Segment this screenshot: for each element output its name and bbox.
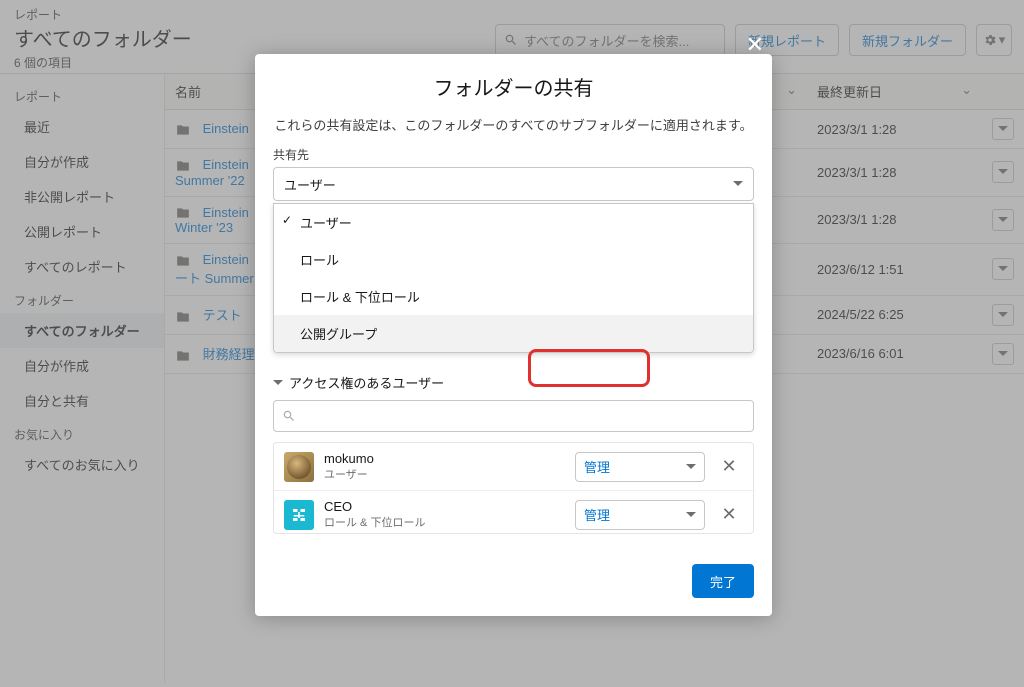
user-name: CEO: [324, 499, 565, 516]
hierarchy-icon: [284, 500, 314, 530]
remove-user-button[interactable]: ✕: [715, 504, 743, 525]
permission-select[interactable]: 管理: [575, 452, 705, 482]
close-icon[interactable]: ✕: [746, 32, 764, 58]
option-user[interactable]: ユーザー: [274, 204, 753, 241]
share-with-dropdown: ユーザー ロール ロール & 下位ロール 公開グループ: [273, 203, 754, 353]
option-role-subordinates[interactable]: ロール & 下位ロール: [274, 278, 753, 315]
option-public-group[interactable]: 公開グループ: [274, 315, 753, 352]
caret-down-icon: [686, 510, 696, 520]
user-type: ユーザー: [324, 468, 565, 482]
user-search-input[interactable]: [273, 400, 754, 432]
modal-title: フォルダーの共有: [255, 54, 772, 115]
access-user-row: mokumo ユーザー 管理 ✕: [274, 443, 753, 491]
user-name: mokumo: [324, 451, 565, 468]
access-user-row: CEO ロール & 下位ロール 管理 ✕: [274, 491, 753, 534]
share-with-select[interactable]: ユーザー: [273, 167, 754, 201]
access-user-list: mokumo ユーザー 管理 ✕ CEO ロール & 下位ロール 管理 ✕: [273, 442, 754, 534]
access-users-heading[interactable]: アクセス権のあるユーザー: [273, 373, 754, 392]
chevron-down-icon: [273, 378, 283, 388]
avatar: [284, 452, 314, 482]
caret-down-icon: [686, 462, 696, 472]
share-folder-modal: ✕ フォルダーの共有 これらの共有設定は、このフォルダーのすべてのサブフォルダー…: [255, 54, 772, 616]
user-type: ロール & 下位ロール: [324, 516, 565, 530]
permission-select[interactable]: 管理: [575, 500, 705, 530]
option-role[interactable]: ロール: [274, 241, 753, 278]
remove-user-button[interactable]: ✕: [715, 456, 743, 477]
modal-description: これらの共有設定は、このフォルダーのすべてのサブフォルダーに適用されます。: [255, 115, 772, 146]
search-icon: [282, 409, 296, 423]
share-with-value: ユーザー: [284, 175, 336, 194]
done-button[interactable]: 完了: [692, 564, 754, 598]
caret-down-icon: [733, 179, 743, 189]
share-with-label: 共有先: [255, 146, 772, 167]
